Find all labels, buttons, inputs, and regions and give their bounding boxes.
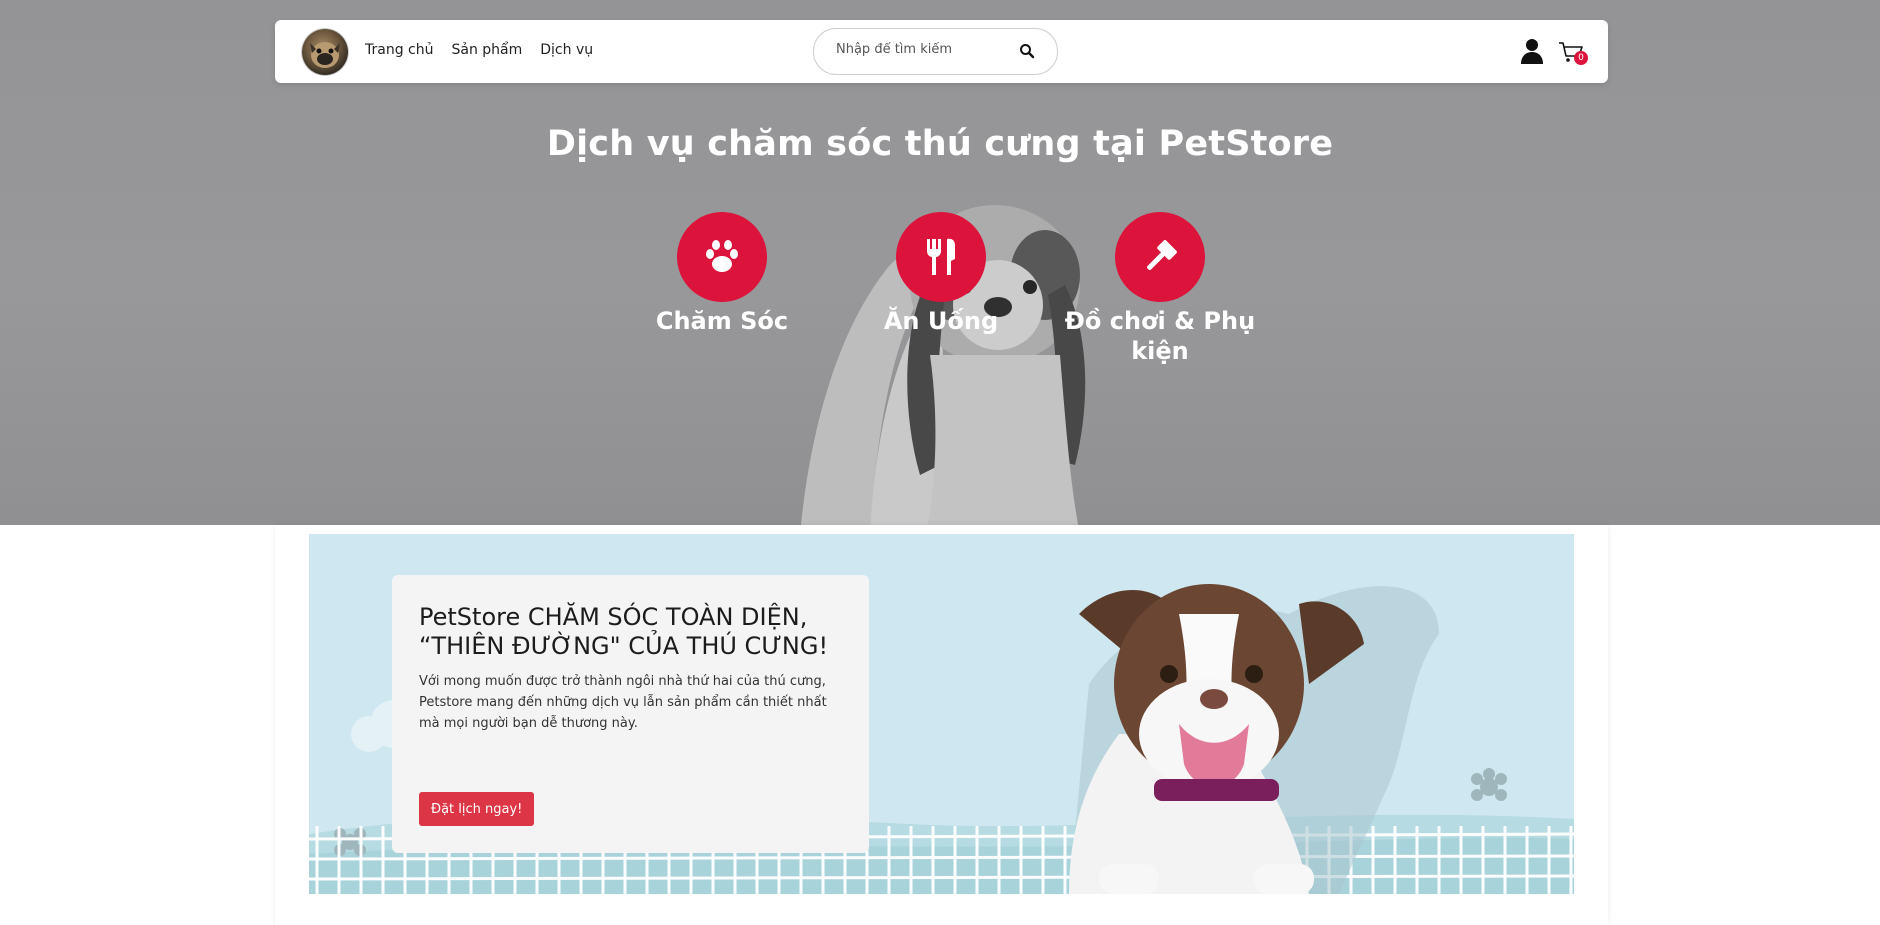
- hero-title: Dịch vụ chăm sóc thú cưng tại PetStore: [546, 124, 1334, 164]
- service-care-label: Chăm Sóc: [655, 307, 789, 335]
- service-care-button[interactable]: [677, 212, 767, 302]
- utensils-icon: [927, 238, 955, 275]
- service-care[interactable]: Chăm Sóc: [622, 212, 822, 336]
- service-accessories-label: Đồ chơi & Phụ kiện: [1064, 307, 1256, 365]
- nav-link-services[interactable]: Dịch vụ: [540, 42, 593, 58]
- paw-icon: [706, 240, 738, 272]
- banner-title: PetStore CHĂM SÓC TOÀN DIỆN, “THIÊN ĐƯỜN…: [419, 603, 829, 660]
- service-food-label: Ăn Uống: [883, 307, 999, 335]
- gavel-icon: [1147, 240, 1177, 270]
- search-box: [813, 28, 1058, 75]
- search-input[interactable]: [834, 41, 1008, 58]
- cart-count-badge: 0: [1574, 51, 1588, 65]
- nav-links: Trang chủ Sản phẩm Dịch vụ: [365, 42, 593, 58]
- pug-logo-icon: [310, 42, 340, 68]
- hero-section: Trang chủ Sản phẩm Dịch vụ 0 Dịch vụ chă…: [0, 0, 1880, 525]
- service-accessories-button[interactable]: [1115, 212, 1205, 302]
- service-accessories[interactable]: Đồ chơi & Phụ kiện: [1060, 212, 1260, 366]
- book-now-button[interactable]: Đặt lịch ngay!: [419, 792, 535, 826]
- service-food[interactable]: Ăn Uống: [841, 212, 1041, 336]
- nav-link-products[interactable]: Sản phẩm: [451, 42, 522, 58]
- logo[interactable]: [302, 29, 348, 75]
- search-icon[interactable]: [1019, 43, 1035, 59]
- banner-info-box: PetStore CHĂM SÓC TOÀN DIỆN, “THIÊN ĐƯỜN…: [392, 575, 869, 853]
- service-food-button[interactable]: [896, 212, 986, 302]
- banner-description: Với mong muốn được trở thành ngôi nhà th…: [419, 674, 827, 731]
- navbar: Trang chủ Sản phẩm Dịch vụ 0: [275, 20, 1608, 83]
- user-icon[interactable]: [1520, 38, 1544, 64]
- nav-link-home[interactable]: Trang chủ: [365, 42, 433, 58]
